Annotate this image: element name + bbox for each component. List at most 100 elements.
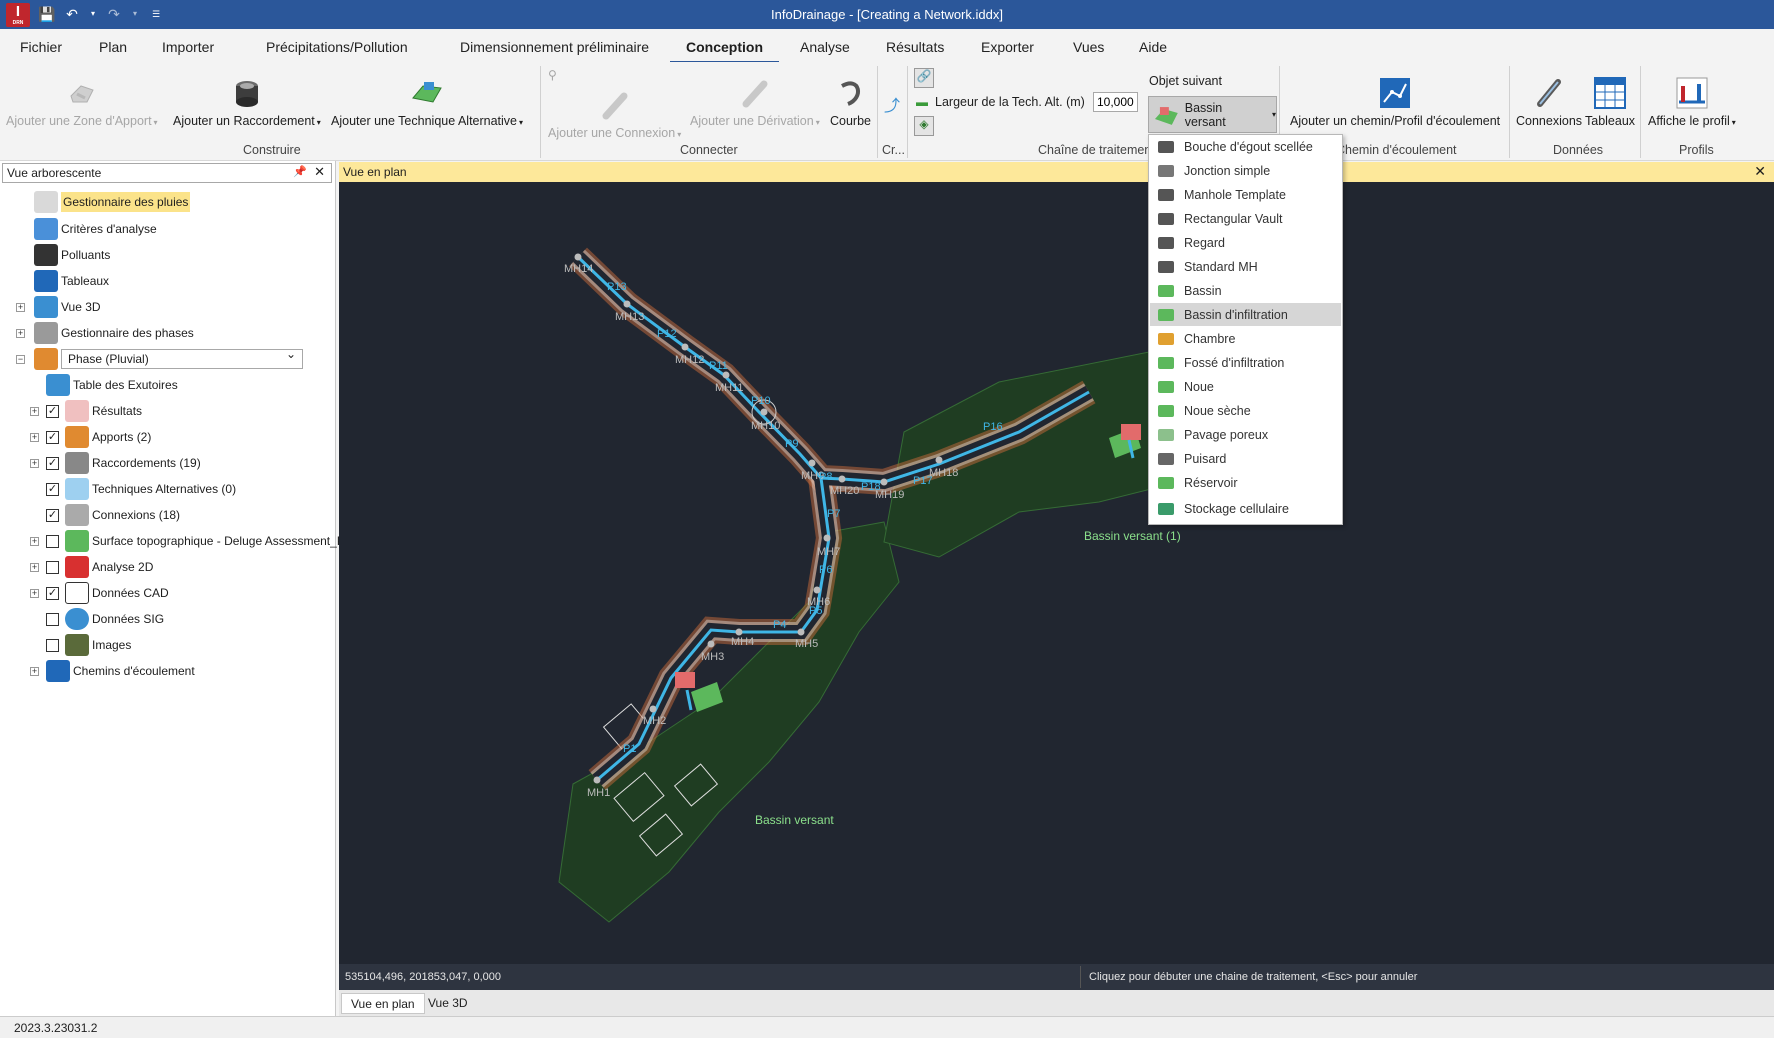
tree-item-vue3d[interactable]: + Vue 3D — [16, 295, 101, 319]
tree-item-connexions[interactable]: ✓ Connexions (18) — [46, 503, 180, 527]
tab-vues[interactable]: Vues — [1073, 39, 1104, 55]
group-donnees-label: Données — [1553, 143, 1604, 157]
checkbox[interactable] — [46, 612, 59, 626]
expand-icon[interactable]: + — [30, 406, 39, 416]
tab-importer[interactable]: Importer — [162, 39, 214, 55]
next-object-dropdown[interactable]: Bassin versant ▾ — [1148, 96, 1277, 133]
menu-item-manhole-template[interactable]: Manhole Template — [1150, 183, 1341, 206]
pipe-label: P9 — [785, 438, 798, 450]
tree-item-images[interactable]: Images — [46, 633, 131, 657]
tree-item-raccordements[interactable]: + ✓ Raccordements (19) — [30, 451, 201, 475]
checkbox[interactable]: ✓ — [46, 482, 59, 496]
menu-item-regard[interactable]: Regard — [1150, 231, 1341, 254]
next-object-label: Objet suivant — [1149, 74, 1222, 88]
tree-item-phases[interactable]: + Gestionnaire des phases — [16, 321, 194, 345]
tab-analyse[interactable]: Analyse — [800, 39, 850, 55]
connections-icon — [1537, 79, 1561, 107]
menu-item-puisard[interactable]: Puisard — [1150, 447, 1341, 470]
diamond-icon[interactable]: ◈ — [914, 116, 934, 136]
status-bar: 535104,496, 201853,047, 0,000 Cliquez po… — [339, 964, 1774, 990]
tab-precipitations[interactable]: Précipitations/Pollution — [266, 39, 408, 55]
menu-item-fosse[interactable]: Fossé d'infiltration — [1150, 351, 1341, 374]
tab-plan-view[interactable]: Vue en plan — [341, 993, 425, 1014]
add-diversion-button[interactable]: Ajouter une Dérivation ▾ — [690, 76, 820, 128]
checkbox[interactable]: ✓ — [46, 456, 59, 470]
pipe-label: P12 — [657, 328, 677, 340]
checkbox[interactable]: ✓ — [46, 404, 59, 418]
checkbox[interactable] — [46, 638, 59, 652]
tab-conception[interactable]: Conception — [670, 39, 779, 64]
menu-item-bouche[interactable]: Bouche d'égout scellée — [1150, 135, 1341, 158]
checkbox[interactable]: ✓ — [46, 586, 59, 600]
tree-item-surface[interactable]: + Surface topographique - Deluge Assessme… — [30, 529, 364, 553]
expand-icon[interactable]: + — [30, 666, 39, 676]
checkbox[interactable]: ✓ — [46, 430, 59, 444]
close-icon[interactable]: ✕ — [314, 164, 325, 180]
curve-icon — [840, 81, 860, 106]
expand-icon[interactable]: + — [30, 562, 39, 572]
menu-item-reservoir[interactable]: Réservoir — [1150, 471, 1341, 494]
close-icon[interactable]: ✕ — [1754, 163, 1766, 180]
menu-item-standard-mh[interactable]: Standard MH — [1150, 255, 1341, 278]
tree-item-criteres[interactable]: Critères d'analyse — [34, 217, 157, 241]
connexions-button[interactable]: Connexions — [1516, 76, 1582, 128]
show-profile-button[interactable]: Affiche le profil ▾ — [1648, 76, 1736, 128]
tree-item-apports[interactable]: + ✓ Apports (2) — [30, 425, 151, 449]
add-swale-button[interactable]: Ajouter une Technique Alternative ▾ — [331, 76, 523, 128]
link-icon[interactable]: 🔗 — [914, 68, 934, 88]
tree-item-sig[interactable]: Données SIG — [46, 607, 164, 631]
tree-item-gestionnaire-pluies[interactable]: Gestionnaire des pluies — [34, 190, 191, 214]
checkbox[interactable] — [46, 560, 59, 574]
tree-item-analyse2d[interactable]: + Analyse 2D — [30, 555, 153, 579]
tab-aide[interactable]: Aide — [1139, 39, 1167, 55]
tab-fichier[interactable]: Fichier — [20, 39, 62, 55]
expand-icon[interactable]: + — [30, 458, 39, 468]
tree-item-cad[interactable]: + ✓ Données CAD — [30, 581, 169, 605]
expand-icon[interactable]: + — [30, 536, 39, 546]
add-junction-button[interactable]: Ajouter un Raccordement ▾ — [173, 76, 321, 128]
manhole-node — [649, 705, 657, 713]
menu-item-chambre[interactable]: Chambre — [1150, 327, 1341, 350]
menu-item-stockage[interactable]: Stockage cellulaire — [1150, 497, 1341, 520]
tree-item-tableaux[interactable]: Tableaux — [34, 269, 109, 293]
split-icon[interactable]: ⤴ — [884, 92, 900, 116]
tree-item-polluants[interactable]: Polluants — [34, 243, 110, 267]
menu-item-noue-seche[interactable]: Noue sèche — [1150, 399, 1341, 422]
connect-small-icon[interactable]: ⚲ — [548, 68, 557, 82]
expand-icon[interactable]: + — [16, 302, 25, 312]
catchment-label: Bassin versant — [755, 813, 834, 827]
tab-dimensionnement[interactable]: Dimensionnement préliminaire — [460, 39, 649, 55]
expand-icon[interactable]: + — [30, 432, 39, 442]
phase-select[interactable]: Phase (Pluvial) — [61, 347, 303, 369]
tree-item-resultats[interactable]: + ✓ Résultats — [30, 399, 142, 423]
tab-plan[interactable]: Plan — [99, 39, 127, 55]
tree-item-exutoires[interactable]: Table des Exutoires — [46, 373, 178, 397]
menu-item-bassin-infiltration[interactable]: Bassin d'infiltration — [1150, 303, 1341, 326]
expand-icon[interactable]: + — [16, 328, 25, 338]
tableaux-button[interactable]: Tableaux — [1585, 76, 1635, 128]
add-flow-path-button[interactable]: Ajouter un chemin/Profil d'écoulement — [1290, 76, 1500, 128]
add-connection-button[interactable]: Ajouter une Connexion ▾ — [548, 88, 681, 140]
phase-icon — [34, 348, 58, 370]
tab-resultats[interactable]: Résultats — [886, 39, 944, 55]
expand-icon[interactable]: + — [30, 588, 39, 598]
tree-item-techniques[interactable]: ✓ Techniques Alternatives (0) — [46, 477, 236, 501]
checkbox[interactable] — [46, 534, 59, 548]
collapse-icon[interactable]: − — [16, 354, 25, 364]
menu-item-jonction[interactable]: Jonction simple — [1150, 159, 1341, 182]
menu-item-noue[interactable]: Noue — [1150, 375, 1341, 398]
menu-item-bassin[interactable]: Bassin — [1150, 279, 1341, 302]
group-chaine-label: Chaîne de traitement — [1038, 143, 1155, 157]
menu-item-rectangular-vault[interactable]: Rectangular Vault — [1150, 207, 1341, 230]
checkbox[interactable]: ✓ — [46, 508, 59, 522]
add-catchment-button[interactable]: Ajouter une Zone d'Apport ▾ — [6, 76, 158, 128]
plan-view-canvas[interactable]: MH1 MH2 MH3 MH4 MH5 MH6 MH7 MH9 MH10 MH1… — [339, 182, 1774, 964]
curve-button[interactable]: Courbe — [830, 76, 871, 128]
menu-item-pavage[interactable]: Pavage poreux — [1150, 423, 1341, 446]
swale-width-input[interactable] — [1093, 92, 1138, 112]
pin-icon[interactable]: 📌 — [293, 165, 307, 178]
tab-exporter[interactable]: Exporter — [981, 39, 1034, 55]
tree-item-phase-pluvial[interactable]: − Phase (Pluvial) — [16, 347, 303, 371]
tab-3d-view[interactable]: Vue 3D — [419, 993, 477, 1014]
tree-item-chemins[interactable]: + Chemins d'écoulement — [30, 659, 195, 683]
